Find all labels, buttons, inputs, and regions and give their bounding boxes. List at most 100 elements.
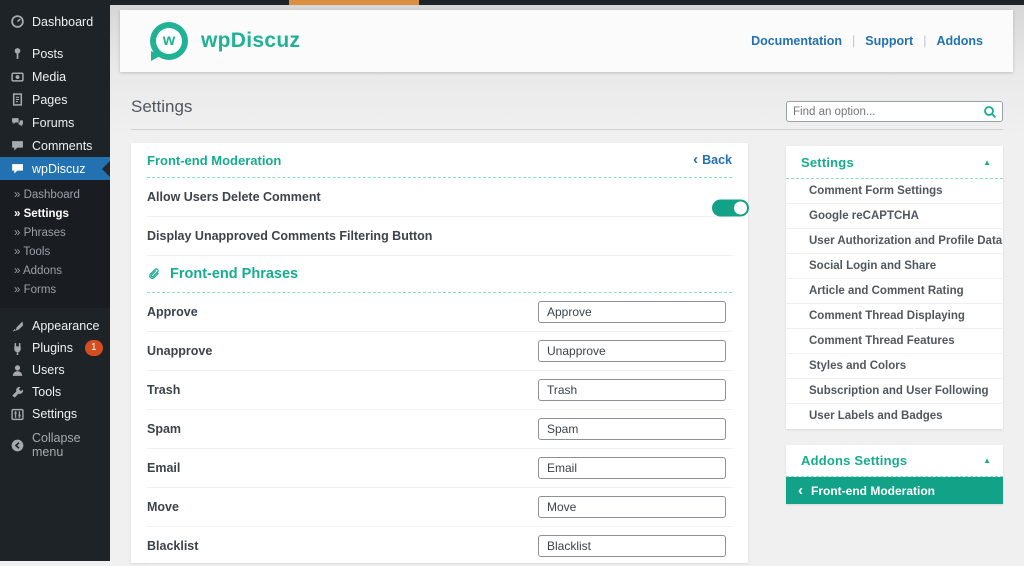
- sidebar-item-label: Pages: [32, 93, 67, 107]
- phrase-row: Spam: [147, 410, 732, 449]
- panel-title: Front-end Moderation: [147, 153, 281, 168]
- support-link[interactable]: Support: [865, 34, 913, 48]
- user-icon: [10, 363, 24, 377]
- panel-header: Front-end Moderation ‹ Back: [147, 143, 732, 178]
- admin-topbar-remnant: [110, 0, 1024, 5]
- phrase-row: Approve: [147, 293, 732, 332]
- settings-accordion-header[interactable]: Settings ▲: [786, 146, 1003, 179]
- phrase-label: Email: [147, 461, 180, 475]
- menu-separator: [0, 33, 110, 42]
- submenu-item-forms[interactable]: » Forms: [0, 281, 110, 300]
- back-button[interactable]: ‹ Back: [693, 153, 732, 167]
- phrase-label: Blacklist: [147, 539, 198, 553]
- search-icon[interactable]: [983, 105, 997, 119]
- phrase-label: Move: [147, 500, 179, 514]
- sidebar-item-forums[interactable]: Forums: [0, 111, 110, 134]
- submenu-item-settings[interactable]: » Settings: [0, 205, 110, 224]
- phrase-input-spam[interactable]: [538, 418, 726, 440]
- sidebar-item-media[interactable]: Media: [0, 65, 110, 88]
- phrase-input-approve[interactable]: [538, 301, 726, 323]
- admin-sidebar: Dashboard Posts Media Pages Forums: [0, 0, 110, 561]
- accordion-item-thread-features[interactable]: Comment Thread Features: [786, 329, 1003, 354]
- phrase-row: Trash: [147, 371, 732, 410]
- sidebar-item-label: Users: [32, 363, 65, 377]
- sidebar-item-comments[interactable]: Comments: [0, 134, 110, 157]
- addons-accordion-header[interactable]: Addons Settings ▲: [786, 445, 1003, 477]
- admin-topbar-highlight: [289, 0, 419, 5]
- chevron-left-icon: ‹: [798, 485, 803, 497]
- sidebar-item-label: Collapse menu: [32, 431, 102, 459]
- addons-settings-accordion: Addons Settings ▲ ‹ Front-end Moderation: [786, 445, 1003, 504]
- accordion-item-styles-colors[interactable]: Styles and Colors: [786, 354, 1003, 379]
- accordion-item-user-labels[interactable]: User Labels and Badges: [786, 404, 1003, 429]
- wpdiscuz-submenu: » Dashboard » Settings » Phrases » Tools…: [0, 180, 110, 308]
- pages-icon: [10, 93, 24, 107]
- submenu-item-phrases[interactable]: » Phrases: [0, 224, 110, 243]
- accordion-item-user-authorization[interactable]: User Authorization and Profile Data: [786, 229, 1003, 254]
- accordion-item-social-login[interactable]: Social Login and Share: [786, 254, 1003, 279]
- pin-icon: [10, 47, 24, 61]
- sidebar-item-label: Posts: [32, 47, 63, 61]
- sidebar-item-appearance[interactable]: Appearance: [0, 315, 110, 337]
- accordion-title: Addons Settings: [801, 453, 907, 468]
- sidebar-item-posts[interactable]: Posts: [0, 42, 110, 65]
- sidebar-item-label: Tools: [32, 385, 61, 399]
- page-title: Settings: [131, 97, 192, 117]
- header-links: Documentation | Support | Addons: [751, 34, 983, 48]
- phrase-input-email[interactable]: [538, 457, 726, 479]
- phrase-label: Trash: [147, 383, 180, 397]
- sidebar-item-settings[interactable]: Settings: [0, 403, 110, 425]
- sidebar-item-wpdiscuz[interactable]: wpDiscuz: [0, 157, 110, 180]
- phrase-row: Blacklist: [147, 527, 732, 566]
- phrase-row: Email: [147, 449, 732, 488]
- submenu-item-dashboard[interactable]: » Dashboard: [0, 186, 110, 205]
- sidebar-item-label: Appearance: [32, 319, 99, 333]
- admin-menu: Dashboard Posts Media Pages Forums: [0, 0, 110, 180]
- phrase-input-blacklist[interactable]: [538, 535, 726, 557]
- search-input[interactable]: [787, 106, 983, 118]
- setting-label: Allow Users Delete Comment: [147, 190, 321, 204]
- accordion-item-google-recaptcha[interactable]: Google reCAPTCHA: [786, 204, 1003, 229]
- chevron-up-icon: ▲: [983, 456, 991, 465]
- phrases-section-header: Front-end Phrases: [147, 256, 732, 293]
- collapse-menu-button[interactable]: Collapse menu: [0, 434, 110, 456]
- phrase-input-move[interactable]: [538, 496, 726, 518]
- option-search-box: [786, 101, 1003, 122]
- sidebar-item-users[interactable]: Users: [0, 359, 110, 381]
- link-divider: |: [923, 34, 926, 48]
- accordion-item-front-end-moderation-active[interactable]: ‹ Front-end Moderation: [786, 477, 1003, 504]
- accordion-item-article-rating[interactable]: Article and Comment Rating: [786, 279, 1003, 304]
- phrase-label: Unapprove: [147, 344, 212, 358]
- sidebar-item-label: wpDiscuz: [32, 162, 86, 176]
- title-divider: [131, 129, 1003, 130]
- accordion-item-comment-form-settings[interactable]: Comment Form Settings: [786, 179, 1003, 204]
- collapse-icon: [10, 438, 24, 452]
- comment-icon: [10, 139, 24, 153]
- settings-accordion: Settings ▲ Comment Form Settings Google …: [786, 146, 1003, 429]
- sidebar-item-label: Plugins: [32, 341, 73, 355]
- sidebar-item-plugins[interactable]: Plugins 1: [0, 337, 110, 359]
- allow-delete-toggle[interactable]: [712, 199, 749, 216]
- documentation-link[interactable]: Documentation: [751, 34, 842, 48]
- setting-label: Display Unapproved Comments Filtering Bu…: [147, 229, 432, 243]
- sidebar-item-label: Forums: [32, 116, 74, 130]
- addons-link[interactable]: Addons: [936, 34, 983, 48]
- wpdiscuz-logo-icon: w: [150, 22, 188, 60]
- sliders-icon: [10, 407, 24, 421]
- submenu-item-addons[interactable]: » Addons: [0, 262, 110, 281]
- phrase-input-trash[interactable]: [538, 379, 726, 401]
- content-area: w wpDiscuz Documentation | Support | Add…: [110, 0, 1024, 561]
- sidebar-item-label: Dashboard: [32, 15, 93, 29]
- submenu-item-tools[interactable]: » Tools: [0, 243, 110, 262]
- sidebar-item-tools[interactable]: Tools: [0, 381, 110, 403]
- accordion-item-thread-displaying[interactable]: Comment Thread Displaying: [786, 304, 1003, 329]
- accordion-item-subscription[interactable]: Subscription and User Following: [786, 379, 1003, 404]
- active-item-label: Front-end Moderation: [811, 484, 935, 498]
- setting-row: Display Unapproved Comments Filtering Bu…: [147, 217, 732, 256]
- phrase-label: Approve: [147, 305, 198, 319]
- phrase-input-unapprove[interactable]: [538, 340, 726, 362]
- comment-icon: [10, 162, 24, 176]
- sidebar-item-pages[interactable]: Pages: [0, 88, 110, 111]
- sidebar-item-label: Comments: [32, 139, 92, 153]
- sidebar-item-dashboard[interactable]: Dashboard: [0, 10, 110, 33]
